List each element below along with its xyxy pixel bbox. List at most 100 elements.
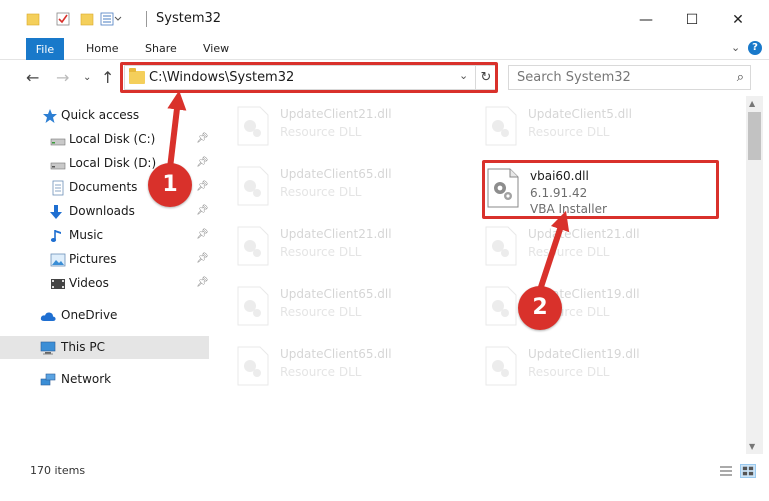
- tab-view[interactable]: View: [203, 42, 229, 55]
- sidebar-item-label: Music: [69, 228, 104, 242]
- address-highlight-box: [120, 62, 498, 93]
- sidebar-item-onedrive[interactable]: OneDrive: [0, 304, 209, 327]
- tab-file[interactable]: File: [26, 38, 64, 60]
- file-name: UpdateClient65.dll: [280, 287, 392, 301]
- back-arrow-icon[interactable]: ←: [26, 68, 39, 87]
- sidebar-item-label: Network: [61, 372, 112, 386]
- tiles-view-icon[interactable]: [740, 464, 756, 478]
- documents-icon: [52, 180, 64, 196]
- close-button[interactable]: ✕: [715, 6, 761, 34]
- details-view-icon[interactable]: [718, 464, 734, 478]
- scroll-down-icon[interactable]: ▼: [749, 442, 755, 451]
- music-icon: [50, 230, 61, 242]
- sidebar-item-this-pc[interactable]: This PC: [0, 336, 209, 359]
- sidebar-item-label: OneDrive: [61, 308, 118, 322]
- file-type: Resource DLL: [528, 245, 610, 259]
- forward-arrow-icon[interactable]: →: [56, 68, 69, 87]
- dll-file-icon: [237, 346, 269, 386]
- recent-locations-chevron-icon[interactable]: ⌄: [83, 72, 91, 83]
- search-placeholder: Search System32: [517, 70, 631, 85]
- up-arrow-icon[interactable]: ↑: [101, 68, 114, 87]
- file-item[interactable]: UpdateClient21.dll Resource DLL: [236, 98, 476, 156]
- sidebar-item-label: This PC: [61, 340, 105, 354]
- file-type: Resource DLL: [280, 305, 362, 319]
- folder-icon[interactable]: [26, 12, 40, 26]
- sidebar-item-label: Videos: [69, 276, 109, 290]
- sidebar-item-pictures[interactable]: Pictures 📌︎: [0, 248, 209, 271]
- help-icon[interactable]: ?: [748, 41, 762, 55]
- properties-icon[interactable]: [56, 12, 70, 26]
- file-item[interactable]: UpdateClient19.dll Resource DLL: [484, 338, 724, 396]
- file-type: Resource DLL: [528, 365, 610, 379]
- sidebar-item-videos[interactable]: Videos 📌︎: [0, 272, 209, 295]
- file-item[interactable]: UpdateClient21.dll Resource DLL: [484, 218, 724, 276]
- file-name: UpdateClient21.dll: [280, 107, 392, 121]
- dll-file-icon: [237, 286, 269, 326]
- pin-icon[interactable]: 📌︎: [196, 277, 209, 288]
- new-folder-icon[interactable]: [80, 12, 94, 26]
- pin-icon[interactable]: 📌︎: [196, 253, 209, 264]
- tab-share[interactable]: Share: [145, 42, 177, 55]
- window-title: System32: [156, 11, 222, 26]
- title-bar: System32 — ☐ ✕: [0, 0, 769, 38]
- tab-home[interactable]: Home: [86, 42, 118, 55]
- status-bar: 170 items: [0, 460, 769, 482]
- sidebar-item-label: Local Disk (C:): [69, 132, 156, 146]
- customize-toolbar-icon[interactable]: [100, 12, 122, 26]
- dll-file-icon: [485, 286, 517, 326]
- minimize-button[interactable]: —: [623, 6, 669, 34]
- drive-icon: [50, 138, 66, 146]
- computer-icon: [40, 341, 56, 355]
- file-item[interactable]: UpdateClient65.dll Resource DLL: [236, 338, 476, 396]
- file-item[interactable]: UpdateClient65.dll Resource DLL: [236, 278, 476, 336]
- file-name: UpdateClient21.dll: [280, 227, 392, 241]
- scroll-up-icon[interactable]: ▲: [749, 99, 755, 108]
- pin-icon[interactable]: 📌︎: [196, 205, 209, 216]
- sidebar-item-label: Downloads: [69, 204, 135, 218]
- network-icon: [40, 373, 56, 386]
- ribbon-tabs: File Home Share View ⌄ ?: [0, 38, 769, 60]
- pin-icon[interactable]: 📌︎: [196, 229, 209, 240]
- navigation-pane: Quick access Local Disk (C:) 📌︎ Local Di…: [0, 96, 210, 454]
- file-highlight-box: [482, 160, 719, 219]
- callout-two: 2: [518, 286, 562, 330]
- file-item[interactable]: UpdateClient5.dll Resource DLL: [484, 98, 724, 156]
- dll-file-icon: [485, 226, 517, 266]
- sidebar-item-network[interactable]: Network: [0, 368, 209, 391]
- download-icon: [50, 205, 62, 219]
- pictures-icon: [50, 253, 66, 267]
- title-separator: [146, 11, 147, 27]
- dll-file-icon: [485, 106, 517, 146]
- dll-file-icon: [237, 226, 269, 266]
- file-item[interactable]: UpdateClient21.dll Resource DLL: [236, 218, 476, 276]
- sidebar-item-local-disk-c[interactable]: Local Disk (C:) 📌︎: [0, 128, 209, 151]
- sidebar-item-label: Documents: [69, 180, 138, 194]
- sidebar-item-music[interactable]: Music 📌︎: [0, 224, 209, 247]
- pin-icon[interactable]: 📌︎: [196, 133, 209, 144]
- search-input[interactable]: Search System32 ⌕: [508, 65, 751, 90]
- file-name: UpdateClient65.dll: [280, 167, 392, 181]
- star-icon: [43, 109, 57, 123]
- dll-file-icon: [237, 166, 269, 206]
- file-type: Resource DLL: [528, 125, 610, 139]
- drive-icon: [50, 162, 66, 170]
- file-name: UpdateClient5.dll: [528, 107, 632, 121]
- file-type: Resource DLL: [280, 365, 362, 379]
- file-type: Resource DLL: [280, 125, 362, 139]
- sidebar-item-label: Quick access: [61, 108, 140, 122]
- maximize-button[interactable]: ☐: [669, 6, 715, 34]
- sidebar-item-quick-access[interactable]: Quick access: [0, 104, 209, 127]
- file-list: UpdateClient21.dll Resource DLL UpdateCl…: [210, 96, 746, 454]
- file-name: UpdateClient65.dll: [280, 347, 392, 361]
- scroll-thumb[interactable]: [748, 112, 761, 160]
- sidebar-item-label: Local Disk (D:): [69, 156, 157, 170]
- file-item[interactable]: UpdateClient65.dll Resource DLL: [236, 158, 476, 216]
- pin-icon[interactable]: 📌︎: [196, 181, 209, 192]
- file-name: UpdateClient21.dll: [528, 227, 640, 241]
- cloud-icon: [40, 312, 56, 321]
- dll-file-icon: [237, 106, 269, 146]
- file-type: Resource DLL: [280, 185, 362, 199]
- pin-icon[interactable]: 📌︎: [196, 157, 209, 168]
- expand-ribbon-icon[interactable]: ⌄: [731, 41, 740, 54]
- vertical-scrollbar[interactable]: ▲ ▼: [746, 96, 763, 454]
